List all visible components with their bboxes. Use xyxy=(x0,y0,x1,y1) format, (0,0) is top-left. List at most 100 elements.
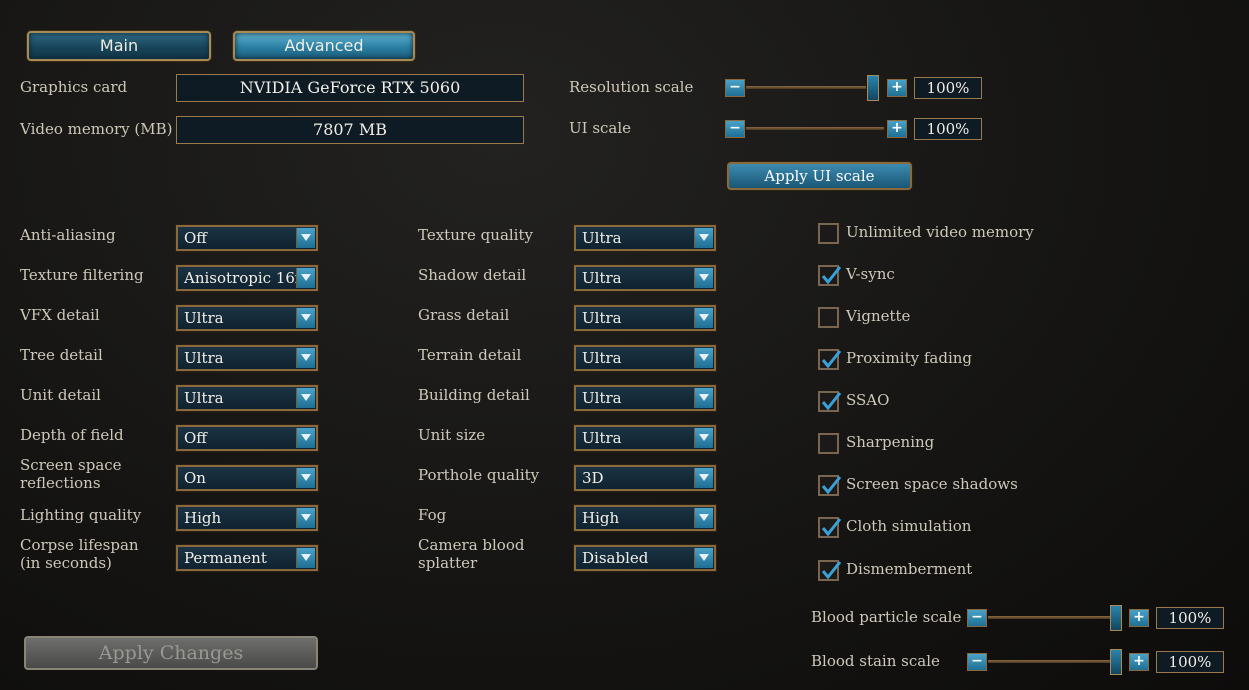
cloth-simulation-checkbox[interactable] xyxy=(818,517,842,538)
checkmark-icon xyxy=(821,392,842,411)
chevron-down-icon xyxy=(694,348,713,368)
building-detail-label: Building detail xyxy=(418,386,530,404)
unit-detail-dropdown[interactable]: Ultra xyxy=(176,385,318,411)
depth-of-field-label: Depth of field xyxy=(20,426,124,444)
dropdown-value: Disabled xyxy=(582,549,649,567)
checkmark-icon xyxy=(821,561,842,580)
chevron-down-icon xyxy=(296,548,315,568)
blood-particle-scale-label: Blood particle scale xyxy=(811,608,962,626)
dropdown-value: Ultra xyxy=(184,389,224,407)
corpse-lifespan-dropdown[interactable]: Permanent xyxy=(176,545,318,571)
dropdown-value: High xyxy=(582,509,620,527)
resolution-scale-label: Resolution scale xyxy=(569,78,694,96)
dropdown-value: Ultra xyxy=(582,349,622,367)
ui-scale-plus-button[interactable]: + xyxy=(887,120,907,138)
dropdown-value: Anisotropic 16x xyxy=(184,269,304,287)
resolution-scale-plus-button[interactable]: + xyxy=(887,79,907,97)
apply-changes-button[interactable]: Apply Changes xyxy=(24,636,318,670)
dismemberment-checkbox[interactable] xyxy=(818,560,842,581)
texture-filtering-dropdown[interactable]: Anisotropic 16x xyxy=(176,265,318,291)
anti-aliasing-dropdown[interactable]: Off xyxy=(176,225,318,251)
chevron-down-icon xyxy=(296,228,315,248)
chevron-down-icon xyxy=(694,548,713,568)
resolution-scale-value: 100% xyxy=(914,77,982,99)
blood-particle-track[interactable] xyxy=(988,616,1110,619)
tab-advanced[interactable]: Advanced xyxy=(233,31,415,61)
blood-stain-minus-button[interactable]: − xyxy=(967,653,987,671)
vignette-checkbox[interactable] xyxy=(818,307,839,328)
vignette-label: Vignette xyxy=(846,307,911,325)
ui-scale-track[interactable] xyxy=(746,127,884,130)
apply-ui-scale-button[interactable]: Apply UI scale xyxy=(727,162,912,190)
v-sync-label: V-sync xyxy=(846,265,895,283)
video-memory-label: Video memory (MB) xyxy=(20,120,173,138)
grass-detail-label: Grass detail xyxy=(418,306,510,324)
dropdown-value: Ultra xyxy=(582,229,622,247)
camera-blood-splatter-dropdown[interactable]: Disabled xyxy=(574,545,716,571)
unlimited-video-memory-checkbox[interactable] xyxy=(818,223,839,244)
blood-particle-value: 100% xyxy=(1156,607,1224,629)
chevron-down-icon xyxy=(296,308,315,328)
terrain-detail-label: Terrain detail xyxy=(418,346,522,364)
tree-detail-dropdown[interactable]: Ultra xyxy=(176,345,318,371)
lighting-quality-dropdown[interactable]: High xyxy=(176,505,318,531)
blood-particle-thumb[interactable] xyxy=(1110,605,1122,631)
ui-scale-label: UI scale xyxy=(569,119,632,137)
resolution-scale-thumb[interactable] xyxy=(867,75,879,101)
screen-space-shadows-checkbox[interactable] xyxy=(818,475,842,496)
ssao-checkbox[interactable] xyxy=(818,391,842,412)
video-memory-value: 7807 MB xyxy=(176,116,524,144)
dropdown-value: Ultra xyxy=(582,309,622,327)
graphics-card-value: NVIDIA GeForce RTX 5060 xyxy=(176,74,524,102)
dropdown-value: Ultra xyxy=(582,429,622,447)
vfx-detail-label: VFX detail xyxy=(20,306,100,324)
blood-stain-thumb[interactable] xyxy=(1110,649,1122,675)
vfx-detail-dropdown[interactable]: Ultra xyxy=(176,305,318,331)
dropdown-value: 3D xyxy=(582,469,604,487)
depth-of-field-dropdown[interactable]: Off xyxy=(176,425,318,451)
cloth-simulation-label: Cloth simulation xyxy=(846,517,972,535)
dropdown-value: Ultra xyxy=(582,389,622,407)
chevron-down-icon xyxy=(694,468,713,488)
dropdown-value: Off xyxy=(184,229,207,247)
graphics-card-label: Graphics card xyxy=(20,78,128,96)
dismemberment-label: Dismemberment xyxy=(846,560,973,578)
chevron-down-icon xyxy=(296,468,315,488)
chevron-down-icon xyxy=(694,388,713,408)
grass-detail-dropdown[interactable]: Ultra xyxy=(574,305,716,331)
sharpening-checkbox[interactable] xyxy=(818,433,839,454)
chevron-down-icon xyxy=(694,308,713,328)
blood-particle-plus-button[interactable]: + xyxy=(1129,609,1149,627)
fog-dropdown[interactable]: High xyxy=(574,505,716,531)
proximity-fading-checkbox[interactable] xyxy=(818,349,842,370)
screen-space-reflections-dropdown[interactable]: On xyxy=(176,465,318,491)
resolution-scale-track[interactable] xyxy=(746,86,866,89)
blood-particle-minus-button[interactable]: − xyxy=(967,609,987,627)
resolution-scale-minus-button[interactable]: − xyxy=(725,79,745,97)
unlimited-video-memory-label: Unlimited video memory xyxy=(846,223,1034,241)
v-sync-checkbox[interactable] xyxy=(818,265,842,286)
unit-size-dropdown[interactable]: Ultra xyxy=(574,425,716,451)
ui-scale-value: 100% xyxy=(914,118,982,140)
checkmark-icon xyxy=(821,518,842,537)
sharpening-label: Sharpening xyxy=(846,433,935,451)
dropdown-value: On xyxy=(184,469,206,487)
building-detail-dropdown[interactable]: Ultra xyxy=(574,385,716,411)
porthole-quality-label: Porthole quality xyxy=(418,466,540,484)
porthole-quality-dropdown[interactable]: 3D xyxy=(574,465,716,491)
chevron-down-icon xyxy=(296,508,315,528)
chevron-down-icon xyxy=(694,508,713,528)
shadow-detail-label: Shadow detail xyxy=(418,266,527,284)
dropdown-value: Ultra xyxy=(582,269,622,287)
dropdown-value: Ultra xyxy=(184,349,224,367)
fog-label: Fog xyxy=(418,506,447,524)
checkmark-icon xyxy=(821,476,842,495)
texture-quality-dropdown[interactable]: Ultra xyxy=(574,225,716,251)
proximity-fading-label: Proximity fading xyxy=(846,349,972,367)
blood-stain-plus-button[interactable]: + xyxy=(1129,653,1149,671)
tab-main[interactable]: Main xyxy=(27,31,211,61)
terrain-detail-dropdown[interactable]: Ultra xyxy=(574,345,716,371)
blood-stain-track[interactable] xyxy=(988,660,1110,663)
shadow-detail-dropdown[interactable]: Ultra xyxy=(574,265,716,291)
ui-scale-minus-button[interactable]: − xyxy=(725,120,745,138)
